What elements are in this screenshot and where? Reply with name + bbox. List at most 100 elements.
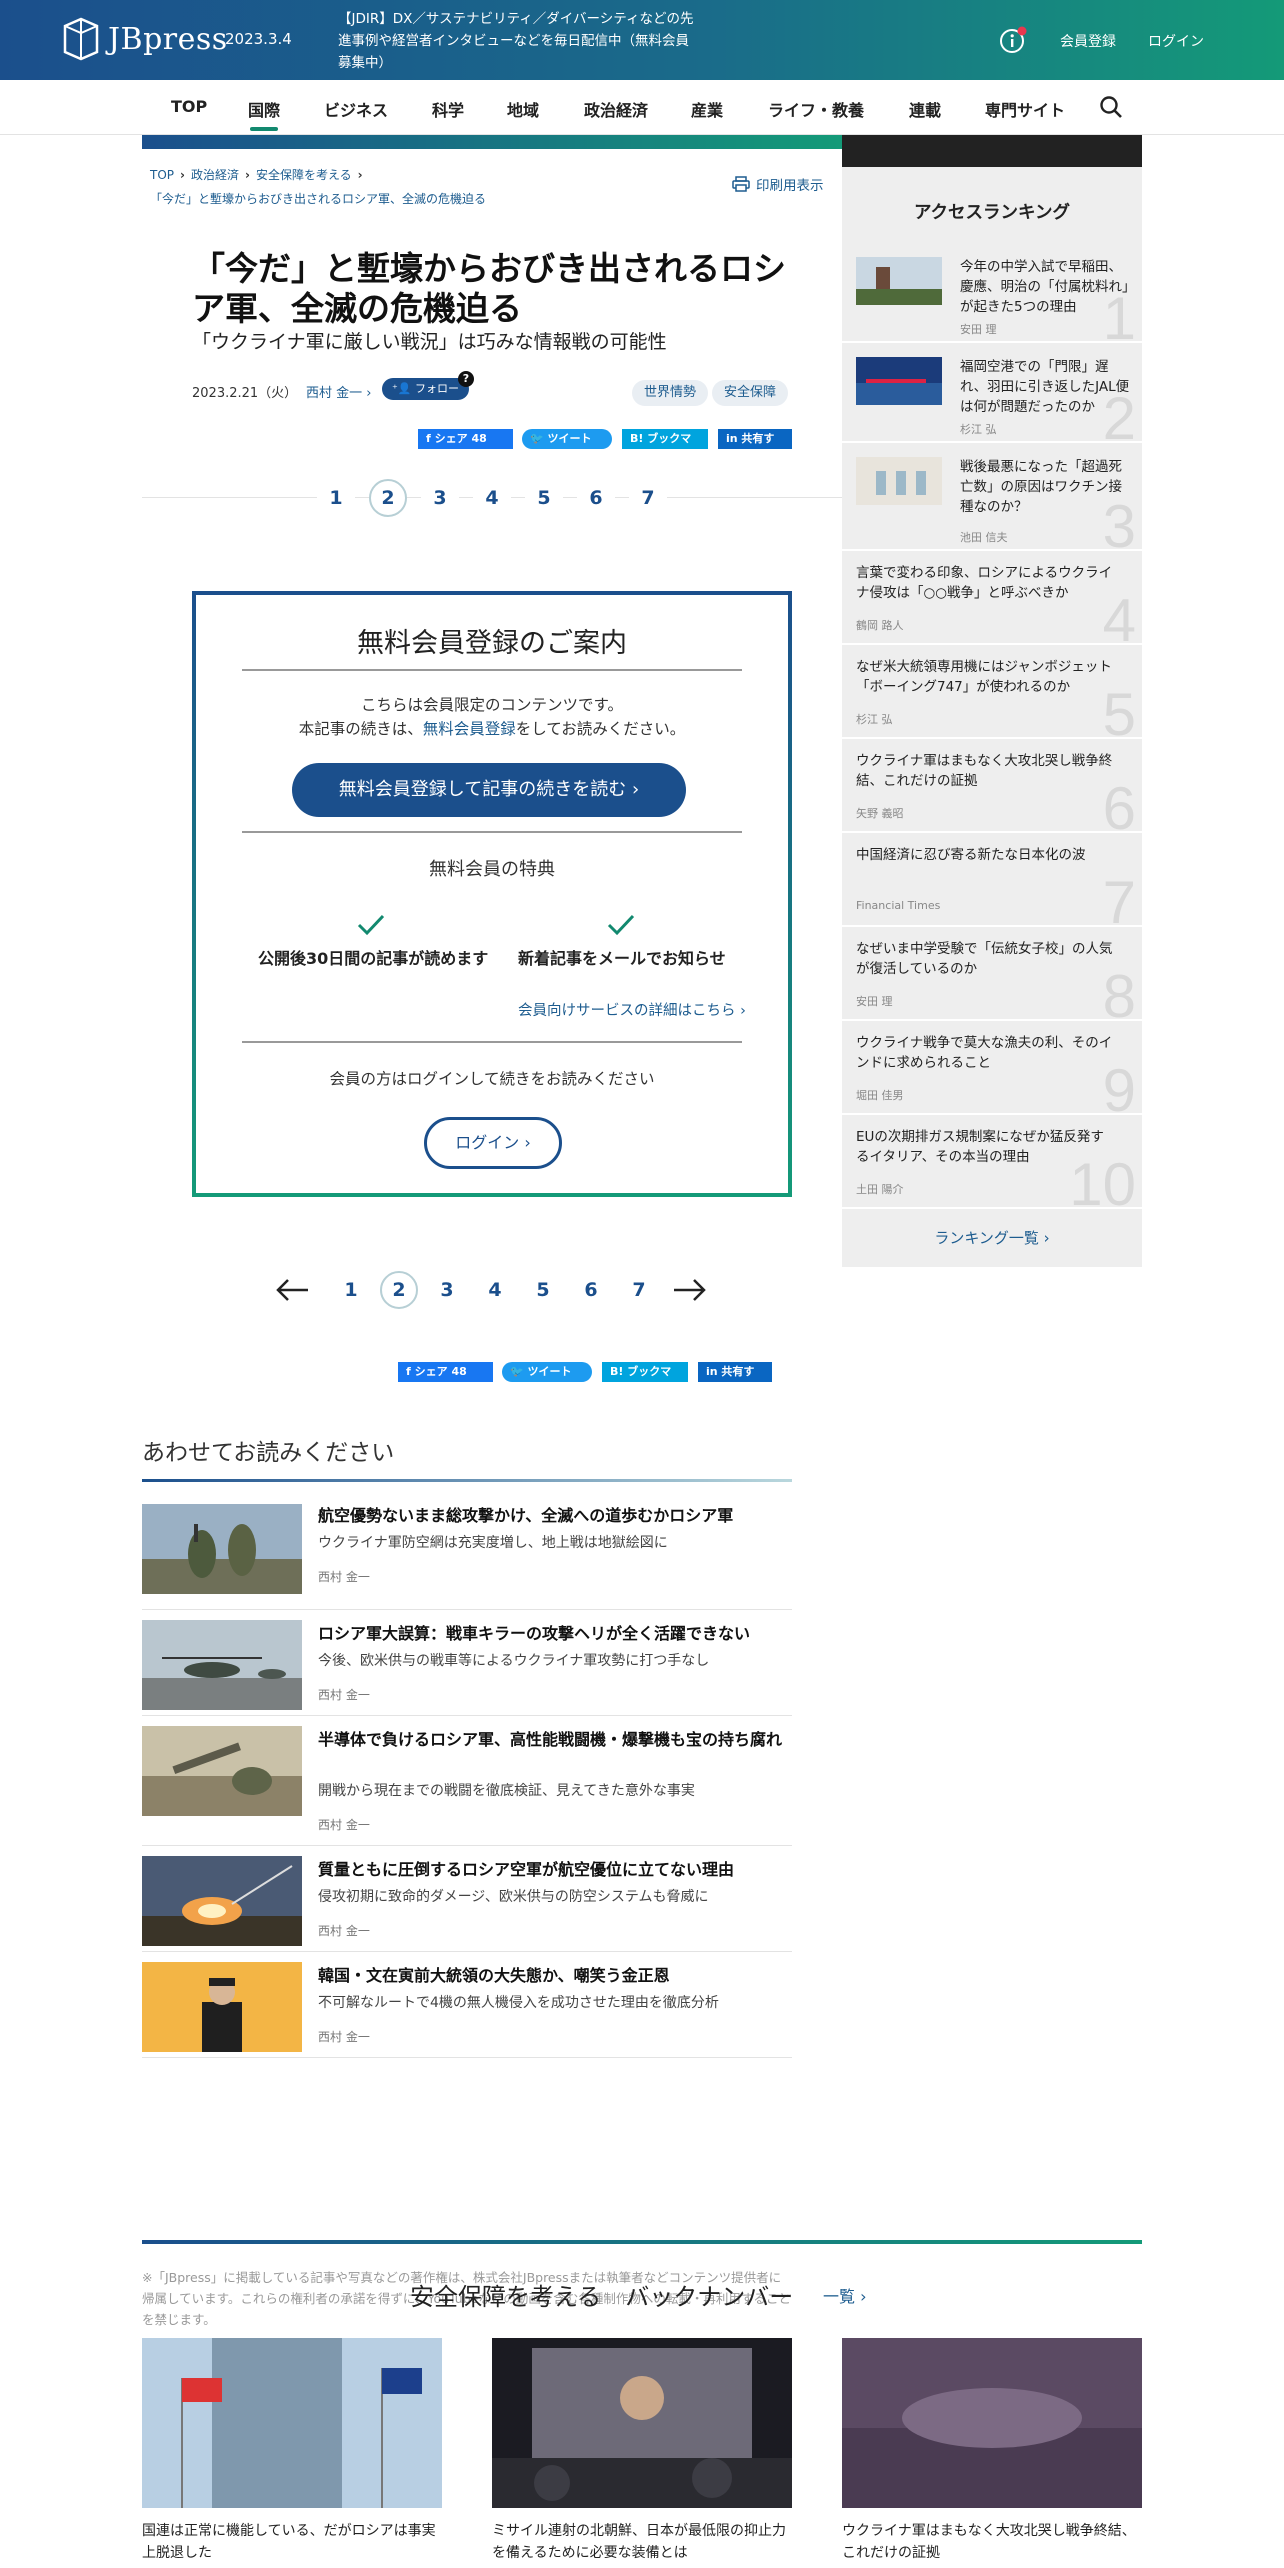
related-title: 韓国・文在寅前大統領の大失態か、嘲笑う金正恩 [318, 1966, 670, 1985]
page-link-1[interactable]: 1 [317, 479, 355, 517]
twitter-share-button-bottom[interactable]: 🐦 ツイート [502, 1362, 592, 1382]
backnumber-title: ウクライナ軍はまもなく大攻北哭し戦争終結、これだけの証拠 [842, 2523, 1136, 2561]
login-link[interactable]: ログイン [1148, 31, 1204, 51]
login-note: 会員の方はログインして続きをお読みください [329, 1070, 655, 1088]
related-author: 西村 金一 [318, 2030, 370, 2044]
ranking-title-text: なぜいま中学受験で「伝統女子校」の人気が復活しているのか [856, 941, 1113, 977]
login-button[interactable]: ログイン › [424, 1117, 562, 1169]
info-icon[interactable] [998, 25, 1028, 55]
breadcrumb-security[interactable]: 安全保障を考える [256, 168, 352, 182]
header-notice-link[interactable]: 【JDIR】DX／サステナビリティ／ダイバーシティなどの先進事例や経営者インタビ… [338, 8, 698, 74]
page-link-4[interactable]: 4 [476, 1271, 514, 1309]
article-subtitle: 「ウクライナ軍に厳しい戦況」は巧みな情報戦の可能性 [192, 331, 667, 353]
ranking-author: 安田 理 [960, 323, 997, 336]
benefits-title: 無料会員の特典 [429, 859, 555, 880]
related-article[interactable]: ロシア軍大誤算：戦車キラーの攻撃ヘリが全く活躍できない 今後、欧米供与の戦車等に… [142, 1610, 792, 1716]
page-link-6[interactable]: 6 [572, 1271, 610, 1309]
print-button[interactable]: 印刷用表示 [732, 174, 824, 194]
ranking-list-link[interactable]: ランキング一覧 › [842, 1227, 1142, 1248]
backnumber-title: 国連は正常に機能している、だがロシアは事実上脱退した [142, 2523, 436, 2561]
page-link-5[interactable]: 5 [525, 479, 563, 517]
ranking-item-9[interactable]: ウクライナ戦争で莫大な漁夫の利、そのインドに求められること 堀田 佳男 9 [842, 1021, 1142, 1115]
linkedin-share-button[interactable]: in 共有する [718, 429, 792, 465]
nav-item-international[interactable]: 国際 [248, 97, 280, 131]
ranking-item-2[interactable]: 福岡空港での「門限」遅れ、羽田に引き返したJAL便は何が問題だったのか 杉江 弘… [842, 343, 1142, 443]
ranking-item-8[interactable]: なぜいま中学受験で「伝統女子校」の人気が復活しているのか 安田 理 8 [842, 927, 1142, 1021]
page-link-5[interactable]: 5 [524, 1271, 562, 1309]
header-date: 2023.3.4 [225, 30, 292, 48]
arrow-right-icon[interactable] [672, 1277, 708, 1303]
breadcrumb-politics[interactable]: 政治経済 [191, 168, 239, 182]
ranking-item-5[interactable]: なぜ米大統領専用機にはジャンボジェット「ボーイング747」が使われるのか 杉江 … [842, 645, 1142, 739]
ranking-author: 杉江 弘 [856, 713, 893, 726]
main-nav: TOP 国際 ビジネス 科学 地域 政治経済 産業 ライフ・教養 連載 専門サイ… [0, 80, 1284, 135]
breadcrumb-top[interactable]: TOP [150, 168, 174, 182]
ranking-item-6[interactable]: ウクライナ軍はまもなく大攻北哭し戦争終結、これだけの証拠 矢野 義昭 6 [842, 739, 1142, 833]
backnumber-title: ミサイル連射の北朝鮮、日本が最低限の抑止力を備えるために必要な装備とは [492, 2523, 786, 2561]
ranking-thumbnail [856, 257, 942, 305]
nav-item-science[interactable]: 科学 [432, 97, 464, 121]
ranking-thumbnail [856, 457, 942, 505]
free-register-link[interactable]: 無料会員登録 [423, 720, 516, 738]
backnumber-image [492, 2338, 792, 2508]
nav-item-series[interactable]: 連載 [909, 97, 941, 121]
ranking-title: アクセスランキング [913, 203, 1071, 223]
page-link-2-current[interactable]: 2 [369, 479, 407, 517]
nav-item-region[interactable]: 地域 [507, 97, 539, 121]
related-author: 西村 金一 [318, 1688, 370, 1702]
search-icon[interactable] [1098, 94, 1124, 120]
nav-item-special-sites[interactable]: 専門サイト [985, 97, 1065, 121]
register-link[interactable]: 会員登録 [1060, 31, 1116, 51]
twitter-share-button[interactable]: 🐦 ツイート [522, 429, 612, 449]
ranking-title-text: 中国経済に忍び寄る新たな日本化の波 [856, 847, 1086, 863]
related-desc: 侵攻初期に致命的ダメージ、欧米供与の防空システムも脅威に [318, 1889, 709, 1905]
page-link-3[interactable]: 3 [421, 479, 459, 517]
related-thumbnail [142, 1726, 302, 1816]
page-link-2-current[interactable]: 2 [380, 1271, 418, 1309]
tag-security[interactable]: 安全保障 [712, 380, 789, 406]
register-and-read-button[interactable]: 無料会員登録して記事の続きを読む › [292, 763, 686, 817]
facebook-share-button[interactable]: f シェア 48 [418, 429, 513, 449]
ranking-item-10[interactable]: EUの次期排ガス規制案になぜか猛反発するイタリア、その本当の理由 土田 陽介 1… [842, 1115, 1142, 1209]
related-article[interactable]: 質量ともに圧倒するロシア空軍が航空優位に立てない理由 侵攻初期に致命的ダメージ、… [142, 1846, 792, 1952]
nav-item-politics-economy[interactable]: 政治経済 [584, 97, 648, 121]
registration-title: 無料会員登録のご案内 [357, 628, 627, 659]
page-link-1[interactable]: 1 [332, 1271, 370, 1309]
ranking-item-1[interactable]: 今年の中学入試で早稲田、慶應、明治の「付属枕料れ」が起きた5つの理由 安田 理 … [842, 243, 1142, 343]
page-link-7[interactable]: 7 [629, 479, 667, 517]
article-title: 「今だ」と塹壕からおびき出されるロシア軍、全滅の危機迫る [192, 249, 786, 328]
related-article[interactable]: 半導体で負けるロシア軍、高性能戦闘機・爆撃機も宝の持ち腐れ 開戦から現在までの戦… [142, 1716, 792, 1846]
site-header: JBpress 2023.3.4 【JDIR】DX／サステナビリティ／ダイバーシ… [0, 0, 1284, 80]
related-article[interactable]: 韓国・文在寅前大統領の大失態か、嘲笑う金正恩 不可解なルートで4機の無人機侵入を… [142, 1952, 792, 2058]
ranking-number: 5 [1102, 681, 1136, 739]
ranking-item-3[interactable]: 戦後最悪になった「超過死亡数」の原因はワクチン接種なのか？ 池田 信夫 3 [842, 443, 1142, 551]
site-logo[interactable]: JBpress [62, 16, 228, 62]
nav-item-top[interactable]: TOP [171, 97, 207, 116]
page-link-6[interactable]: 6 [577, 479, 615, 517]
nav-item-business[interactable]: ビジネス [324, 97, 388, 121]
registration-box: 無料会員登録のご案内 こちらは会員限定のコンテンツです。 本記事の続きは、無料会… [192, 591, 792, 1197]
hatena-bookmark-button-bottom[interactable]: B! ブックマーク [602, 1362, 688, 1398]
facebook-share-button-bottom[interactable]: f シェア 48 [398, 1362, 493, 1382]
related-article[interactable]: 航空優勢ないまま総攻撃かけ、全滅への道歩むかロシア軍 ウクライナ軍防空網は充実度… [142, 1504, 792, 1610]
logo-icon [62, 16, 100, 62]
page-link-7[interactable]: 7 [620, 1271, 658, 1309]
linkedin-share-button-bottom[interactable]: in 共有する [698, 1362, 772, 1398]
backnumber-list-link[interactable]: 一覧 › [823, 2283, 867, 2307]
hatena-bookmark-button[interactable]: B! ブックマーク [622, 429, 708, 465]
ranking-item-4[interactable]: 言葉で変わる印象、ロシアによるウクライナ侵攻は「○○戦争」と呼ぶべきか 鶴岡 路… [842, 551, 1142, 645]
tag-world-affairs[interactable]: 世界情勢 [632, 380, 709, 406]
ranking-author: 土田 陽介 [856, 1183, 904, 1196]
related-author: 西村 金一 [318, 1570, 370, 1584]
arrow-left-icon[interactable] [274, 1277, 310, 1303]
page-link-3[interactable]: 3 [428, 1271, 466, 1309]
nav-item-industry[interactable]: 産業 [691, 97, 723, 121]
ranking-title-text: 言葉で変わる印象、ロシアによるウクライナ侵攻は「○○戦争」と呼ぶべきか [856, 565, 1113, 601]
follow-help-icon[interactable]: ? [458, 371, 474, 387]
page-link-4[interactable]: 4 [473, 479, 511, 517]
ranking-item-7[interactable]: 中国経済に忍び寄る新たな日本化の波 Financial Times 7 [842, 833, 1142, 927]
author-link[interactable]: 西村 金一 › [306, 382, 371, 401]
follow-button[interactable]: ⁺👤 フォロー [382, 378, 469, 400]
nav-item-life-culture[interactable]: ライフ・教養 [768, 97, 864, 121]
member-service-link[interactable]: 会員向けサービスの詳細はこちら › [518, 999, 746, 1020]
